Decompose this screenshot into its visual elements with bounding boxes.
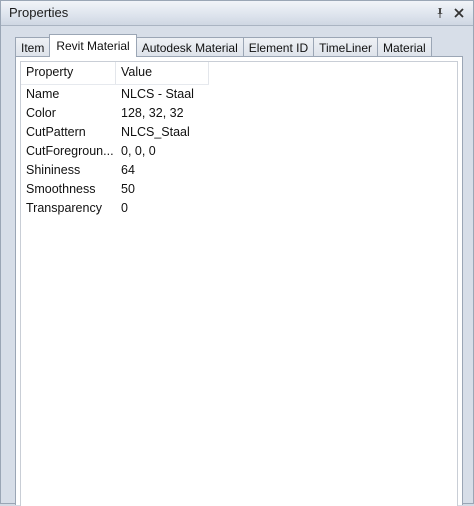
table-row[interactable]: Transparency 0 xyxy=(21,199,457,218)
property-name-cell: Name xyxy=(26,87,60,101)
property-value-cell: 50 xyxy=(121,182,135,196)
property-value-cell: 64 xyxy=(121,163,135,177)
table-row[interactable]: Shininess 64 xyxy=(21,161,457,180)
grid-header: Property Value xyxy=(21,62,209,85)
table-row[interactable]: Smoothness 50 xyxy=(21,180,457,199)
column-header-property[interactable]: Property xyxy=(21,62,116,84)
tab-material[interactable]: Material xyxy=(377,37,432,57)
property-name-cell: CutPattern xyxy=(26,125,86,139)
property-value-cell: 0, 0, 0 xyxy=(121,144,156,158)
table-row[interactable]: CutForegroun... 0, 0, 0 xyxy=(21,142,457,161)
tab-panel: Property Value Name NLCS - Staal Color 1… xyxy=(15,56,463,506)
property-value-cell: 0 xyxy=(121,201,128,215)
table-row[interactable]: CutPattern NLCS_Staal xyxy=(21,123,457,142)
tab-timeliner[interactable]: TimeLiner xyxy=(313,37,379,57)
table-row[interactable]: Color 128, 32, 32 xyxy=(21,104,457,123)
title-bar[interactable]: Properties xyxy=(1,1,473,26)
tab-strip: Item Revit Material Autodesk Material El… xyxy=(15,34,432,57)
pin-icon xyxy=(434,7,446,19)
tab-revit-material[interactable]: Revit Material xyxy=(49,34,137,57)
close-button[interactable] xyxy=(452,6,466,20)
property-value-cell: NLCS - Staal xyxy=(121,87,194,101)
property-value-cell: 128, 32, 32 xyxy=(121,106,184,120)
tab-element-id[interactable]: Element ID xyxy=(242,37,315,57)
table-row[interactable]: Name NLCS - Staal xyxy=(21,85,457,104)
property-name-cell: Transparency xyxy=(26,201,102,215)
property-name-cell: Shininess xyxy=(26,163,81,177)
window-title: Properties xyxy=(9,5,69,20)
property-grid: Property Value Name NLCS - Staal Color 1… xyxy=(20,61,458,506)
tab-item[interactable]: Item xyxy=(15,37,51,57)
tab-autodesk-material[interactable]: Autodesk Material xyxy=(135,37,244,57)
properties-window: Properties Item Revit Material Autodesk … xyxy=(0,0,474,506)
property-name-cell: Smoothness xyxy=(26,182,96,196)
property-value-cell: NLCS_Staal xyxy=(121,125,190,139)
close-icon xyxy=(454,8,464,18)
property-name-cell: Color xyxy=(26,106,56,120)
column-header-value[interactable]: Value xyxy=(116,62,209,84)
pin-button[interactable] xyxy=(433,6,447,20)
property-name-cell: CutForegroun... xyxy=(26,144,114,158)
